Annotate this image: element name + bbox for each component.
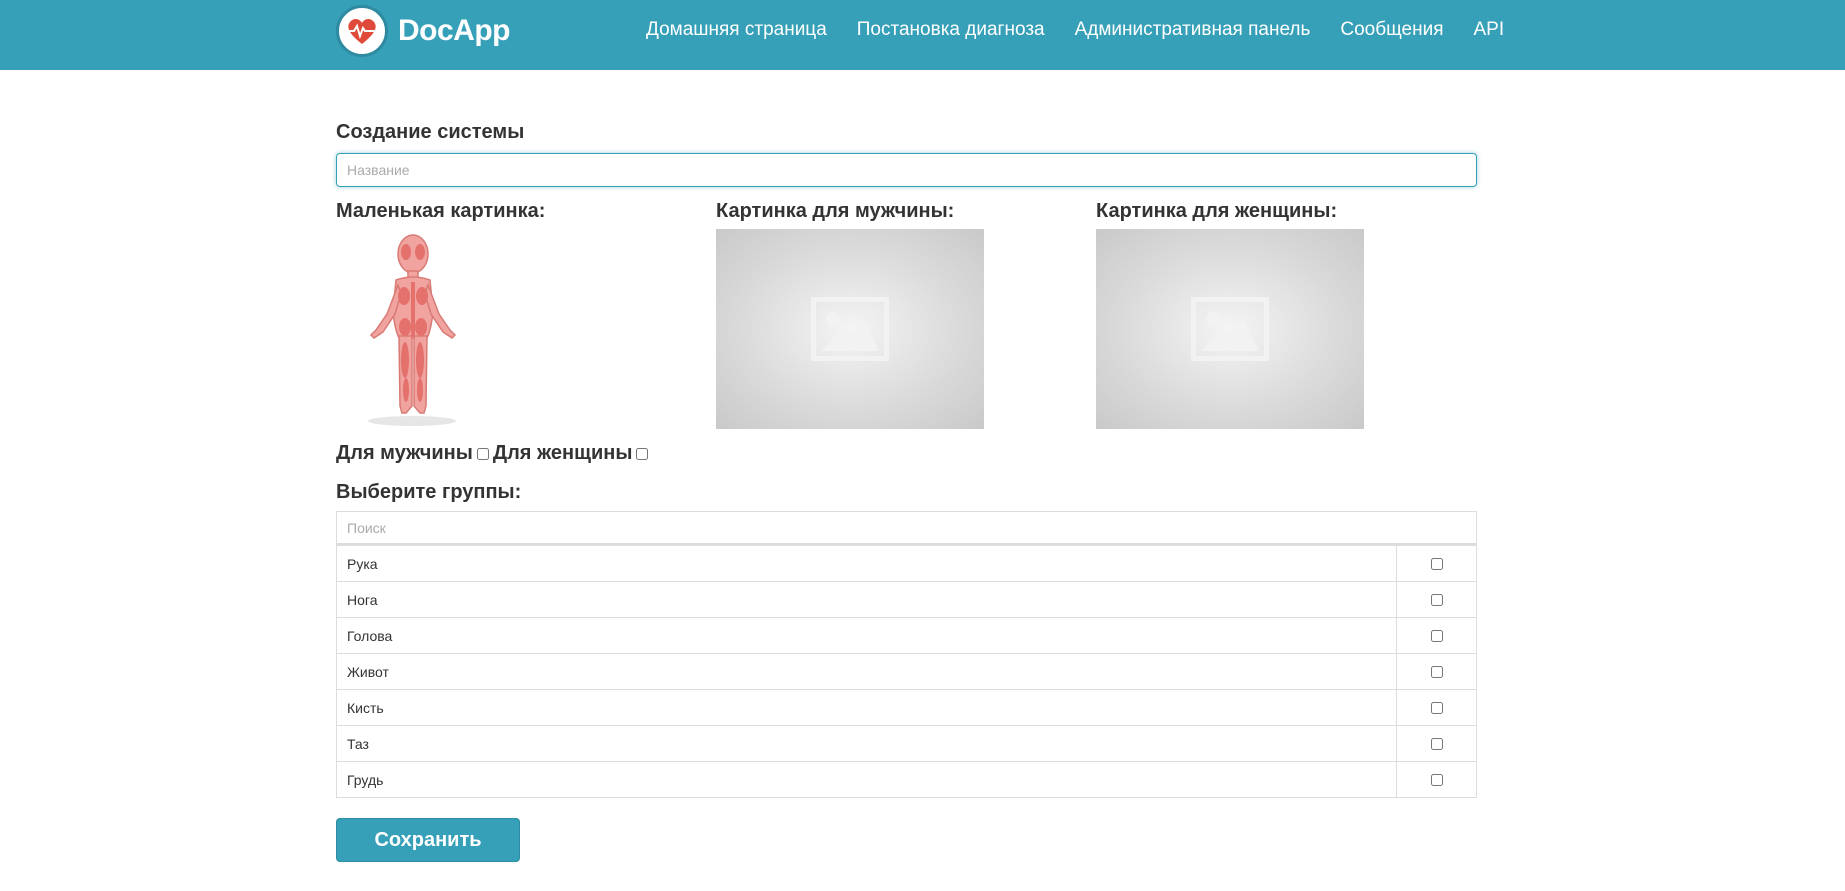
group-checkbox[interactable] (1430, 737, 1443, 750)
for-men-checkbox[interactable] (476, 447, 489, 460)
group-checkbox[interactable] (1430, 629, 1443, 642)
page-title: Создание системы (336, 121, 525, 143)
nav-item-admin-panel[interactable]: Административная панель (1075, 19, 1311, 41)
group-checkbox[interactable] (1430, 593, 1443, 606)
nav-item-api[interactable]: API (1474, 19, 1505, 41)
group-name: Живот (337, 654, 1397, 689)
gender-options: Для мужчины Для женщины (336, 442, 652, 465)
female-image-placeholder[interactable] (1096, 229, 1364, 429)
table-row: Нога (337, 581, 1476, 617)
groups-label: Выберите группы: (336, 481, 522, 503)
body-figure-image[interactable] (360, 230, 470, 430)
small-image-label: Маленькая картинка: (336, 200, 546, 222)
brand-name: DocApp (398, 14, 511, 47)
navbar: DocApp Домашняя страница Постановка диаг… (0, 0, 1845, 70)
group-name: Голова (337, 618, 1397, 653)
for-men-label: Для мужчины (336, 442, 473, 464)
name-input[interactable] (336, 153, 1477, 187)
group-checkbox[interactable] (1430, 665, 1443, 678)
male-image-label: Картинка для мужчины: (716, 200, 955, 222)
brand[interactable]: DocApp (336, 5, 511, 57)
image-icon (1191, 297, 1269, 361)
heart-pulse-icon (336, 5, 388, 57)
main-nav: Домашняя страница Постановка диагноза Ад… (646, 19, 1534, 41)
group-name: Кисть (337, 690, 1397, 725)
search-row (337, 512, 1476, 545)
search-input[interactable] (337, 512, 1476, 543)
table-row: Живот (337, 653, 1476, 689)
save-button[interactable]: Сохранить (336, 818, 520, 862)
nav-item-home[interactable]: Домашняя страница (646, 19, 827, 41)
group-name: Грудь (337, 762, 1397, 797)
group-checkbox[interactable] (1430, 557, 1443, 570)
group-checkbox[interactable] (1430, 701, 1443, 714)
table-row: Таз (337, 725, 1476, 761)
table-row: Кисть (337, 689, 1476, 725)
groups-table: Рука Нога Голова Живот Кисть Таз Грудь (336, 511, 1477, 798)
male-image-placeholder[interactable] (716, 229, 984, 429)
nav-item-messages[interactable]: Сообщения (1340, 19, 1443, 41)
group-name: Нога (337, 582, 1397, 617)
group-checkbox[interactable] (1430, 773, 1443, 786)
nav-item-diagnosis[interactable]: Постановка диагноза (857, 19, 1045, 41)
table-row: Рука (337, 545, 1476, 581)
for-women-label: Для женщины (492, 442, 633, 464)
female-image-label: Картинка для женщины: (1096, 200, 1338, 222)
table-row: Голова (337, 617, 1476, 653)
for-women-checkbox[interactable] (636, 447, 649, 460)
group-name: Рука (337, 546, 1397, 581)
table-row: Грудь (337, 761, 1476, 797)
group-name: Таз (337, 726, 1397, 761)
image-icon (811, 297, 889, 361)
